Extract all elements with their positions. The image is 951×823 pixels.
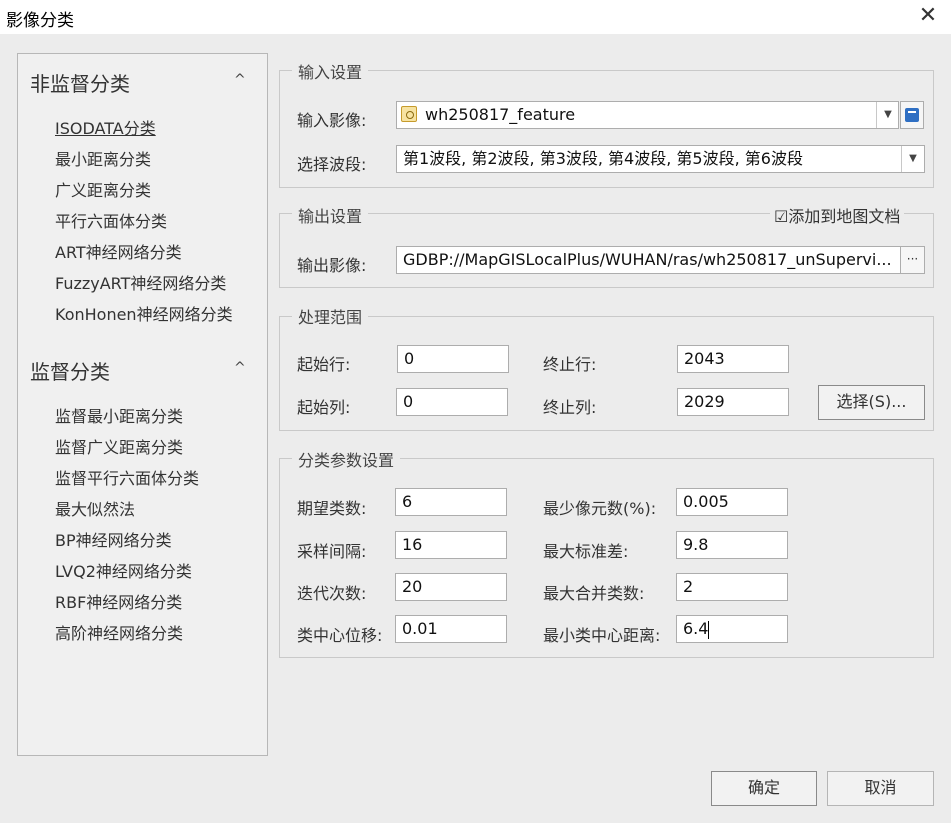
text-cursor xyxy=(708,620,710,639)
sidebar-item-supervised-parallelepiped[interactable]: 监督平行六面体分类 xyxy=(55,465,199,489)
input-image-label: 输入影像: xyxy=(297,111,367,130)
classification-params-label: 分类参数设置 xyxy=(292,447,401,471)
sidebar-item-bp-nn[interactable]: BP神经网络分类 xyxy=(55,527,172,551)
end-row-input[interactable]: 2043 xyxy=(677,345,789,373)
database-icon xyxy=(905,108,919,122)
raster-layer-icon xyxy=(401,106,417,122)
min-center-dist-input[interactable]: 6.4 xyxy=(676,615,788,643)
browse-output-button[interactable]: ··· xyxy=(900,246,925,274)
output-image-label: 输出影像: xyxy=(297,256,367,275)
max-merge-label: 最大合并类数: xyxy=(543,584,645,603)
collapse-supervised-icon[interactable]: ^ xyxy=(234,360,246,376)
collapse-unsupervised-icon[interactable]: ^ xyxy=(234,72,246,88)
sidebar-item-rbf-nn[interactable]: RBF神经网络分类 xyxy=(55,589,182,613)
start-row-input[interactable]: 0 xyxy=(397,345,509,373)
expected-classes-input[interactable]: 6 xyxy=(395,488,507,516)
sidebar-item-supervised-min-distance[interactable]: 监督最小距离分类 xyxy=(55,403,183,427)
center-shift-label: 类中心位移: xyxy=(297,626,383,645)
iterations-input[interactable]: 20 xyxy=(395,573,507,601)
end-col-label: 终止列: xyxy=(543,398,597,417)
max-merge-input[interactable]: 2 xyxy=(676,573,788,601)
band-select[interactable]: 第1波段, 第2波段, 第3波段, 第4波段, 第5波段, 第6波段 xyxy=(396,145,925,173)
sidebar-item-parallelepiped[interactable]: 平行六面体分类 xyxy=(55,208,167,232)
output-settings-label: 输出设置 xyxy=(292,203,369,227)
end-row-label: 终止行: xyxy=(543,355,597,374)
section-unsupervised-header[interactable]: 非监督分类 xyxy=(30,68,130,97)
end-col-input[interactable]: 2029 xyxy=(677,388,789,416)
min-center-dist-value: 6.4 xyxy=(683,619,709,638)
min-center-dist-label: 最小类中心距离: xyxy=(543,626,661,645)
output-image-value: GDBP://MapGISLocalPlus/WUHAN/ras/wh25081… xyxy=(403,250,892,269)
sidebar-item-fuzzyart-nn[interactable]: FuzzyART神经网络分类 xyxy=(55,270,226,294)
sidebar-item-supervised-generalized-distance[interactable]: 监督广义距离分类 xyxy=(55,434,183,458)
sidebar-item-lvq2-nn[interactable]: LVQ2神经网络分类 xyxy=(55,558,192,582)
sidebar-item-isodata[interactable]: ISODATA分类 xyxy=(55,115,156,139)
select-range-button[interactable]: 选择(S)... xyxy=(818,385,925,420)
expected-classes-label: 期望类数: xyxy=(297,499,367,518)
cancel-button[interactable]: 取消 xyxy=(827,771,934,806)
max-std-input[interactable]: 9.8 xyxy=(676,531,788,559)
start-col-label: 起始列: xyxy=(297,398,351,417)
min-pixels-label: 最少像元数(%): xyxy=(543,499,657,518)
start-col-input[interactable]: 0 xyxy=(396,388,508,416)
section-supervised-header[interactable]: 监督分类 xyxy=(30,356,110,385)
min-pixels-input[interactable]: 0.005 xyxy=(676,488,788,516)
chevron-down-icon[interactable]: ▼ xyxy=(901,146,924,172)
start-row-label: 起始行: xyxy=(297,355,351,374)
iterations-label: 迭代次数: xyxy=(297,584,367,603)
sidebar-item-konhonen-nn[interactable]: KonHonen神经网络分类 xyxy=(55,301,233,325)
sidebar-item-generalized-distance[interactable]: 广义距离分类 xyxy=(55,177,151,201)
ok-button[interactable]: 确定 xyxy=(711,771,817,806)
close-icon[interactable]: ✕ xyxy=(914,2,942,30)
input-settings-label: 输入设置 xyxy=(292,59,369,83)
center-shift-input[interactable]: 0.01 xyxy=(395,615,507,643)
max-std-label: 最大标准差: xyxy=(543,542,629,561)
sidebar-item-max-likelihood[interactable]: 最大似然法 xyxy=(55,496,135,520)
title-bar xyxy=(0,0,951,34)
band-label: 选择波段: xyxy=(297,155,367,174)
sidebar-item-higher-order-nn[interactable]: 高阶神经网络分类 xyxy=(55,620,183,644)
input-image-select[interactable]: wh250817_feature xyxy=(396,101,899,129)
add-to-map-checkbox[interactable]: ☑添加到地图文档 xyxy=(770,203,905,227)
sidebar-item-min-distance[interactable]: 最小距离分类 xyxy=(55,146,151,170)
sidebar-item-art-nn[interactable]: ART神经网络分类 xyxy=(55,239,182,263)
processing-range-label: 处理范围 xyxy=(292,304,369,328)
window-title: 影像分类 xyxy=(6,11,74,31)
sample-interval-label: 采样间隔: xyxy=(297,542,367,561)
band-value: 第1波段, 第2波段, 第3波段, 第4波段, 第5波段, 第6波段 xyxy=(403,149,803,168)
open-database-button[interactable] xyxy=(900,101,924,129)
output-image-field[interactable]: GDBP://MapGISLocalPlus/WUHAN/ras/wh25081… xyxy=(396,246,901,274)
input-image-value: wh250817_feature xyxy=(425,105,576,124)
chevron-down-icon[interactable]: ▼ xyxy=(876,102,899,128)
sample-interval-input[interactable]: 16 xyxy=(395,531,507,559)
